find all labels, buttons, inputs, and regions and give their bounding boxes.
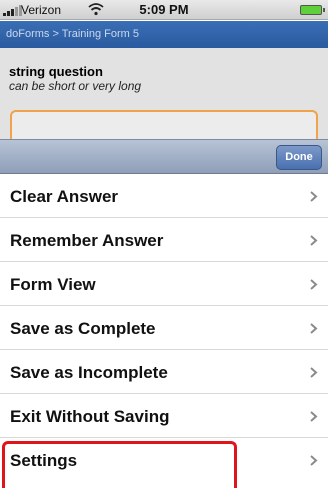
menu-item-exit-without-saving[interactable]: Exit Without Saving bbox=[0, 394, 328, 438]
chevron-right-icon bbox=[310, 323, 318, 334]
menu-item-label: Save as Incomplete bbox=[10, 363, 168, 382]
question-area: string question can be short or very lon… bbox=[0, 48, 328, 150]
menu-item-label: Clear Answer bbox=[10, 187, 119, 206]
chevron-right-icon bbox=[310, 279, 318, 290]
menu-toolbar: Done bbox=[0, 139, 328, 174]
status-bar: Verizon 5:09 PM bbox=[0, 0, 328, 20]
menu-item-remember-answer[interactable]: Remember Answer bbox=[0, 218, 328, 262]
breadcrumb: doForms > Training Form 5 bbox=[0, 21, 328, 48]
settings-highlight-annotation bbox=[2, 441, 237, 488]
chevron-right-icon bbox=[310, 455, 318, 466]
done-button[interactable]: Done bbox=[276, 145, 322, 170]
chevron-right-icon bbox=[310, 191, 318, 202]
question-hint: can be short or very long bbox=[9, 79, 142, 93]
clock: 5:09 PM bbox=[139, 2, 189, 17]
menu-item-save-complete[interactable]: Save as Complete bbox=[0, 306, 328, 350]
menu-item-form-view[interactable]: Form View bbox=[0, 262, 328, 306]
action-menu: Clear Answer Remember Answer Form View S… bbox=[0, 174, 328, 482]
menu-item-label: Exit Without Saving bbox=[10, 407, 170, 426]
menu-item-label: Remember Answer bbox=[10, 231, 164, 250]
menu-item-label: Form View bbox=[10, 275, 96, 294]
question-title: string question bbox=[9, 64, 103, 79]
battery-icon bbox=[300, 5, 325, 15]
menu-item-label: Save as Complete bbox=[10, 319, 156, 338]
chevron-right-icon bbox=[310, 411, 318, 422]
chevron-right-icon bbox=[310, 367, 318, 378]
menu-item-clear-answer[interactable]: Clear Answer bbox=[0, 174, 328, 218]
menu-item-save-incomplete[interactable]: Save as Incomplete bbox=[0, 350, 328, 394]
chevron-right-icon bbox=[310, 235, 318, 246]
